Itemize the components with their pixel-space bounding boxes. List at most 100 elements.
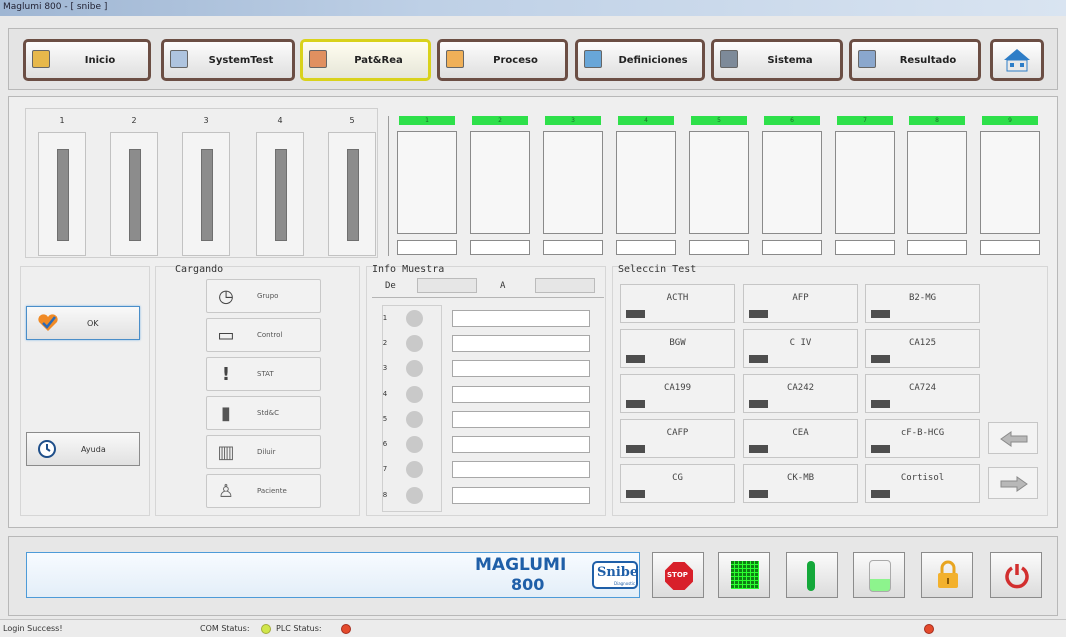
reagent-slot[interactable]: 4 [616,116,676,255]
stat-button[interactable]: ! STAT [206,357,321,391]
reagent-slot[interactable]: 3 [543,116,603,255]
nav-systemtest-button[interactable]: SystemTest [161,39,295,81]
sample-row[interactable]: 1 [380,310,600,328]
help-button[interactable]: Ayuda [26,432,140,466]
reagent-slot[interactable]: 7 [835,116,895,255]
test-label: CA242 [786,383,815,393]
test-button[interactable]: CA125 [865,329,980,368]
ok-button[interactable]: OK [26,306,140,340]
reagent-number: 9 [982,116,1038,125]
sample-number: 6 [382,440,388,448]
grupo-button[interactable]: ◷ Grupo [206,279,321,313]
reagent-field[interactable] [689,240,749,255]
sample-row[interactable]: 5 [380,411,600,429]
home-button[interactable] [990,39,1044,81]
temperature-button[interactable] [786,552,838,598]
test-button[interactable]: CA199 [620,374,735,413]
sample-row[interactable]: 8 [380,487,600,505]
lock-button[interactable] [921,552,973,598]
reagent-field[interactable] [470,240,530,255]
from-input[interactable] [417,278,477,293]
sample-id-field[interactable] [452,411,590,428]
diluir-button[interactable]: ▥ Diluir [206,435,321,469]
reagent-slot[interactable]: 8 [907,116,967,255]
nav-resultado-button[interactable]: Resultado [849,39,981,81]
stdc-button[interactable]: ▮ Std&C [206,396,321,430]
reagent-field[interactable] [616,240,676,255]
test-button[interactable]: CAFP [620,419,735,458]
grid-icon [731,561,759,589]
reagent-field[interactable] [397,240,457,255]
sample-row[interactable]: 6 [380,436,600,454]
test-status [871,490,890,498]
sample-row[interactable]: 3 [380,360,600,378]
test-button[interactable]: ACTH [620,284,735,323]
sample-indicator [406,386,423,403]
reagent-field[interactable] [907,240,967,255]
sample-rack-slot[interactable] [328,132,376,256]
reagent-box [470,131,530,234]
nav-definiciones-button[interactable]: Definiciones [575,39,705,81]
reagent-slot[interactable]: 2 [470,116,530,255]
sample-indicator [406,310,423,327]
test-status [626,490,645,498]
logo-subtext: Diagnostic [614,581,636,586]
sample-row[interactable]: 7 [380,461,600,479]
nav-proceso-button[interactable]: Proceso [437,39,568,81]
reagent-field[interactable] [543,240,603,255]
sample-id-field[interactable] [452,436,590,453]
test-button[interactable]: Cortisol [865,464,980,503]
grupo-label: Grupo [257,292,279,300]
reagent-field[interactable] [980,240,1040,255]
test-button[interactable]: CEA [743,419,858,458]
stop-button[interactable]: STOP [652,552,704,598]
nav-sistema-button[interactable]: Sistema [711,39,843,81]
reagent-field[interactable] [835,240,895,255]
from-label: De [385,281,396,291]
sample-row[interactable]: 4 [380,386,600,404]
sample-id-field[interactable] [452,487,590,504]
grid-button[interactable] [718,552,770,598]
test-button[interactable]: CG [620,464,735,503]
sample-id-field[interactable] [452,335,590,352]
paciente-button[interactable]: ♙ Paciente [206,474,321,508]
reagent-slot[interactable]: 9 [980,116,1040,255]
sample-row[interactable]: 2 [380,335,600,353]
test-button[interactable]: CA242 [743,374,858,413]
test-button[interactable]: CA724 [865,374,980,413]
sample-id-field[interactable] [452,461,590,478]
reagent-slot[interactable]: 1 [397,116,457,255]
sample-rack-slot[interactable] [110,132,158,256]
reagent-number: 7 [837,116,893,125]
sample-id-field[interactable] [452,386,590,403]
to-input[interactable] [535,278,595,293]
sample-id-field[interactable] [452,360,590,377]
control-button[interactable]: ▭ Control [206,318,321,352]
reagent-box [543,131,603,234]
page-next-button[interactable] [988,467,1038,499]
test-label: ACTH [666,293,689,303]
sample-rack-slot[interactable] [182,132,230,256]
sample-rack-slot[interactable] [256,132,304,256]
test-button[interactable]: cF-B-HCG [865,419,980,458]
rack-bar [57,149,69,241]
sample-number: 7 [382,465,388,473]
cargando-title: Cargando [175,264,224,275]
nav-inicio-button[interactable]: Inicio [23,39,151,81]
test-button[interactable]: B2-MG [865,284,980,323]
sample-id-field[interactable] [452,310,590,327]
reagent-slot[interactable]: 5 [689,116,749,255]
page-prev-button[interactable] [988,422,1038,454]
reagent-field[interactable] [762,240,822,255]
reagent-slot[interactable]: 6 [762,116,822,255]
substrate-button[interactable] [853,552,905,598]
sample-rack-slot[interactable] [38,132,86,256]
test-button[interactable]: C IV [743,329,858,368]
test-button[interactable]: AFP [743,284,858,323]
nav-patrea-button[interactable]: Pat&Rea [300,39,431,81]
test-button[interactable]: BGW [620,329,735,368]
test-button[interactable]: CK-MB [743,464,858,503]
power-button[interactable] [990,552,1042,598]
reagent-number: 4 [618,116,674,125]
stop-icon: STOP [665,562,693,590]
